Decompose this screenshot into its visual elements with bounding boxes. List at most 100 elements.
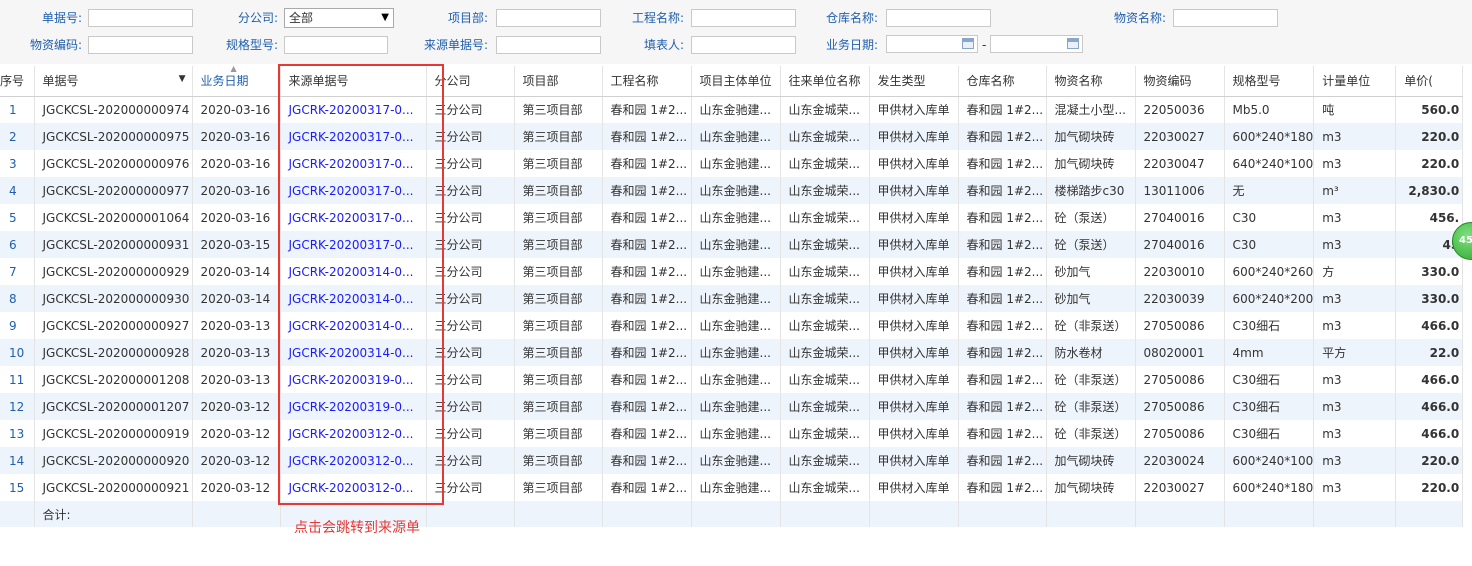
material-code-input[interactable]: [88, 36, 193, 54]
table-row[interactable]: 11 JGCKCSL-202000001208 2020-03-13 JGCRK-20…: [0, 366, 1464, 393]
table-row[interactable]: 12 JGCKCSL-202000001207 2020-03-12 JGCRK-20…: [0, 393, 1464, 420]
table-cell: 220.0: [1395, 123, 1464, 150]
table-row[interactable]: 15 JGCKCSL-202000000921 2020-03-12 JGCRK-20…: [0, 474, 1464, 501]
column-header-label: 项目部: [522, 74, 559, 89]
column-header[interactable]: 项目部: [514, 66, 603, 97]
source-doc-link[interactable]: JGCRK-20200317-0...: [280, 150, 427, 177]
column-header-label: 分公司: [434, 74, 471, 89]
table-row[interactable]: 4 JGCKCSL-202000000977 2020-03-16 JGCRK-202…: [0, 177, 1464, 204]
column-header[interactable]: 物资名称: [1046, 66, 1136, 97]
data-table: 序号 单据号 ▼ 业务日期 ▲ 来源单据号 分公司 项目部 工程名称 项目主体单位 往来单位名称 发生…: [0, 66, 1464, 527]
source-doc-link[interactable]: JGCRK-20200317-0...: [280, 177, 427, 204]
table-cell: 甲供材入库单: [869, 447, 959, 474]
table-cell: 山东金城荣...: [780, 177, 870, 204]
table-cell: 山东金城荣...: [780, 204, 870, 231]
table-cell: 三分公司: [426, 339, 515, 366]
warehouse-input[interactable]: [886, 9, 991, 27]
total-row: 合计:: [0, 501, 1464, 527]
column-header[interactable]: 序号: [0, 66, 35, 97]
branch-select[interactable]: 全部 ▼: [284, 8, 394, 28]
table-cell: JGCKCSL-202000000976: [34, 150, 193, 177]
column-header[interactable]: 物资编码: [1135, 66, 1225, 97]
calendar-icon[interactable]: [1067, 38, 1079, 49]
source-doc-link[interactable]: JGCRK-20200312-0...: [280, 474, 427, 501]
table-cell: 春和园 1#2...: [602, 123, 692, 150]
column-header[interactable]: 单据号 ▼: [34, 66, 193, 97]
source-doc-link[interactable]: JGCRK-20200314-0...: [280, 339, 427, 366]
source-doc-link[interactable]: JGCRK-20200314-0...: [280, 258, 427, 285]
column-header[interactable]: 来源单据号: [280, 66, 427, 97]
table-cell: 春和园 1#2...: [958, 177, 1047, 204]
column-menu-icon[interactable]: ▼: [179, 74, 186, 84]
source-doc-link[interactable]: JGCRK-20200317-0...: [280, 231, 427, 258]
project-dept-input[interactable]: [496, 9, 601, 27]
source-doc-link[interactable]: JGCRK-20200319-0...: [280, 393, 427, 420]
column-header[interactable]: 分公司: [426, 66, 515, 97]
source-doc-link[interactable]: JGCRK-20200317-0...: [280, 204, 427, 231]
table-cell: 466.0: [1395, 366, 1464, 393]
table-row[interactable]: 13 JGCKCSL-202000000919 2020-03-12 JGCRK-20…: [0, 420, 1464, 447]
date-start-input[interactable]: [886, 35, 978, 53]
table-cell: 砼（泵送）: [1046, 204, 1136, 231]
table-cell: 2020-03-13: [192, 366, 281, 393]
table-row[interactable]: 3 JGCKCSL-202000000976 2020-03-16 JGCRK-202…: [0, 150, 1464, 177]
calendar-icon[interactable]: [962, 38, 974, 49]
column-header[interactable]: 计量单位: [1313, 66, 1397, 97]
table-cell: [1313, 501, 1397, 527]
label-project-name: 工程名称:: [631, 11, 684, 25]
column-header[interactable]: 发生类型: [869, 66, 959, 97]
column-header[interactable]: 规格型号: [1224, 66, 1315, 97]
date-end-input[interactable]: [990, 35, 1083, 53]
table-cell: 山东金驰建...: [691, 123, 781, 150]
filler-input[interactable]: [691, 36, 796, 54]
table-cell: 春和园 1#2...: [602, 339, 692, 366]
table-cell: 8: [0, 285, 35, 312]
table-row[interactable]: 7 JGCKCSL-202000000929 2020-03-14 JGCRK-202…: [0, 258, 1464, 285]
column-header[interactable]: 仓库名称: [958, 66, 1047, 97]
table-cell: 14: [0, 447, 35, 474]
table-cell: 三分公司: [426, 393, 515, 420]
table-cell: JGCKCSL-202000000977: [34, 177, 193, 204]
source-doc-link[interactable]: JGCRK-20200314-0...: [280, 285, 427, 312]
table-row[interactable]: 5 JGCKCSL-202000001064 2020-03-16 JGCRK-202…: [0, 204, 1464, 231]
project-name-input[interactable]: [691, 9, 796, 27]
column-header[interactable]: 业务日期 ▲: [192, 66, 281, 97]
table-cell: 2020-03-16: [192, 123, 281, 150]
table-row[interactable]: 1 JGCKCSL-202000000974 2020-03-16 JGCRK-202…: [0, 96, 1464, 123]
table-cell: m3: [1313, 150, 1397, 177]
table-cell: 5: [0, 204, 35, 231]
spec-model-input[interactable]: [284, 36, 388, 54]
table-row[interactable]: 8 JGCKCSL-202000000930 2020-03-14 JGCRK-202…: [0, 285, 1464, 312]
table-row[interactable]: 10 JGCKCSL-202000000928 2020-03-13 JGCRK-20…: [0, 339, 1464, 366]
table-cell: 砼（非泵送）: [1046, 366, 1136, 393]
table-cell: 山东金城荣...: [780, 312, 870, 339]
column-header[interactable]: 工程名称: [602, 66, 692, 97]
table-cell: 600*240*180: [1224, 123, 1315, 150]
material-name-input[interactable]: [1173, 9, 1278, 27]
source-no-input[interactable]: [496, 36, 601, 54]
source-doc-link[interactable]: JGCRK-20200317-0...: [280, 96, 427, 123]
table-cell: 春和园 1#2...: [958, 123, 1047, 150]
table-cell: m3: [1313, 231, 1397, 258]
column-header[interactable]: 单价(: [1395, 66, 1464, 97]
source-doc-link[interactable]: JGCRK-20200312-0...: [280, 447, 427, 474]
table-cell: 山东金驰建...: [691, 420, 781, 447]
source-doc-link[interactable]: JGCRK-20200312-0...: [280, 420, 427, 447]
table-row[interactable]: 14 JGCKCSL-202000000920 2020-03-12 JGCRK-20…: [0, 447, 1464, 474]
column-header-label: 序号: [0, 74, 25, 89]
table-row[interactable]: 2 JGCKCSL-202000000975 2020-03-16 JGCRK-202…: [0, 123, 1464, 150]
table-cell: 2020-03-12: [192, 474, 281, 501]
source-doc-link[interactable]: JGCRK-20200317-0...: [280, 123, 427, 150]
column-header[interactable]: 项目主体单位: [691, 66, 781, 97]
source-doc-link[interactable]: JGCRK-20200319-0...: [280, 366, 427, 393]
column-header-label: 发生类型: [877, 74, 926, 89]
table-cell: 山东金驰建...: [691, 393, 781, 420]
source-doc-link[interactable]: JGCRK-20200314-0...: [280, 312, 427, 339]
column-header[interactable]: 往来单位名称: [780, 66, 870, 97]
table-cell: 第三项目部: [514, 420, 603, 447]
annotation-text: 点击会跳转到来源单: [294, 520, 420, 536]
table-row[interactable]: 6 JGCKCSL-202000000931 2020-03-15 JGCRK-202…: [0, 231, 1464, 258]
doc-no-input[interactable]: [88, 9, 193, 27]
table-cell: 2020-03-16: [192, 204, 281, 231]
table-row[interactable]: 9 JGCKCSL-202000000927 2020-03-13 JGCRK-202…: [0, 312, 1464, 339]
